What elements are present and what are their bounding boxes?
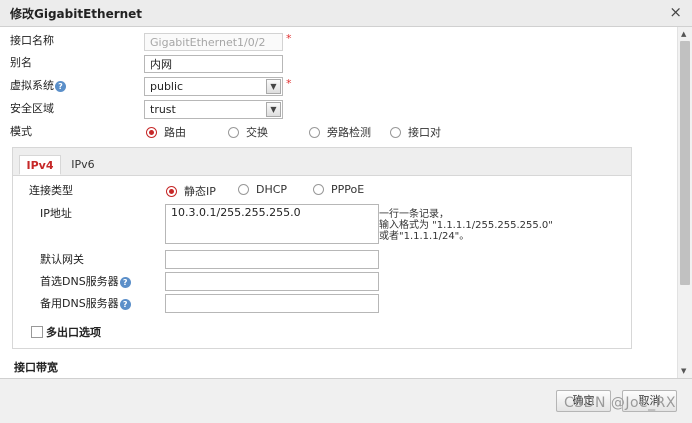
conn-radio-dhcp[interactable]: DHCP (238, 183, 287, 196)
ip-panel: IPv4 IPv6 连接类型 静态IP DHCP PPPoE IP地址 10.3… (12, 147, 632, 349)
multi-exit-label: 多出口选项 (46, 326, 101, 339)
dialog-title: 修改GigabitEthernet (10, 7, 143, 21)
mode-radio-route[interactable]: 路由 (146, 124, 186, 140)
mode-radio-label: 路由 (164, 126, 186, 139)
help-icon[interactable]: ? (119, 298, 131, 310)
vsys-select[interactable]: public ▼ (144, 77, 283, 96)
scrollbar-thumb[interactable] (680, 41, 690, 285)
gateway-input[interactable] (165, 250, 379, 269)
multi-exit-checkbox[interactable]: 多出口选项 (31, 324, 101, 340)
mode-radio-label: 接口对 (408, 126, 441, 139)
dialog-content: 接口名称 * 别名 虚拟系统? public ▼ * 安全区域 trust ▼ … (0, 27, 676, 378)
dns1-input[interactable] (165, 272, 379, 291)
tab-ipv4[interactable]: IPv4 (19, 155, 61, 175)
scroll-down-icon[interactable]: ▼ (681, 367, 686, 375)
dialog-titlebar: 修改GigabitEthernet × (0, 0, 692, 27)
vsys-label: 虚拟系统? (10, 77, 66, 93)
zone-select-value: trust (150, 103, 176, 116)
ip-textarea[interactable]: 10.3.0.1/255.255.255.0 (165, 204, 379, 244)
radio-dot[interactable] (146, 126, 157, 138)
zone-select[interactable]: trust ▼ (144, 100, 283, 119)
dns2-label-text: 备用DNS服务器 (40, 297, 119, 310)
ip-label: IP地址 (40, 207, 72, 220)
scroll-up-icon[interactable]: ▲ (681, 30, 686, 38)
dns1-label-text: 首选DNS服务器 (40, 275, 119, 288)
hint-line: 输入格式为 "1.1.1.1/255.255.255.0" (379, 220, 553, 231)
mode-radio-label: 交换 (246, 126, 268, 139)
watermark: CSDN @Joe_RX (564, 395, 676, 411)
radio-dot[interactable] (166, 185, 177, 197)
zone-label: 安全区域 (10, 102, 54, 115)
vsys-label-text: 虚拟系统 (10, 79, 54, 92)
iface-name-label: 接口名称 (10, 34, 54, 47)
radio-dot[interactable] (390, 126, 401, 138)
iface-name-input (144, 33, 283, 51)
close-icon[interactable]: × (669, 3, 682, 21)
ip-format-hint: 一行一条记录， 输入格式为 "1.1.1.1/255.255.255.0" 或者… (379, 209, 553, 242)
radio-dot[interactable] (313, 184, 324, 195)
mode-radio-label: 旁路检测 (327, 126, 371, 139)
conn-radio-static[interactable]: 静态IP (166, 183, 216, 199)
conn-radio-label: 静态IP (184, 185, 216, 198)
chevron-down-icon[interactable]: ▼ (266, 79, 281, 94)
vertical-scrollbar[interactable]: ▲ ▼ (677, 27, 692, 378)
bandwidth-section-title: 接口带宽 (14, 361, 58, 374)
mode-radio-switch[interactable]: 交换 (228, 124, 268, 140)
mode-radio-bypass[interactable]: 旁路检测 (309, 124, 371, 140)
conn-radio-label: DHCP (256, 183, 288, 196)
hint-line: 或者"1.1.1.1/24"。 (379, 231, 470, 242)
conn-type-label: 连接类型 (29, 184, 73, 197)
help-icon[interactable]: ? (119, 276, 131, 288)
mode-label: 模式 (10, 125, 32, 138)
alias-input[interactable] (144, 55, 283, 73)
help-icon[interactable]: ? (55, 80, 66, 92)
radio-dot[interactable] (309, 126, 320, 138)
dns2-label: 备用DNS服务器? (40, 295, 131, 311)
conn-radio-label: PPPoE (331, 183, 365, 196)
radio-dot[interactable] (238, 184, 249, 195)
hint-line: 一行一条记录， (379, 209, 449, 220)
chevron-down-icon[interactable]: ▼ (266, 102, 281, 117)
gateway-label: 默认网关 (40, 253, 84, 266)
tab-ipv6[interactable]: IPv6 (65, 155, 101, 175)
conn-radio-pppoe[interactable]: PPPoE (313, 183, 364, 196)
tab-strip: IPv4 IPv6 (13, 148, 631, 176)
checkbox-box[interactable] (31, 326, 43, 338)
alias-label: 别名 (10, 56, 32, 69)
dns2-input[interactable] (165, 294, 379, 313)
mode-radio-pair[interactable]: 接口对 (390, 124, 441, 140)
dialog-footer: 确定 取消 CSDN @Joe_RX (0, 378, 692, 423)
vsys-select-value: public (150, 80, 184, 93)
required-mark: * (286, 77, 292, 90)
required-mark: * (286, 32, 292, 45)
dns1-label: 首选DNS服务器? (40, 273, 131, 289)
radio-dot[interactable] (228, 126, 239, 138)
